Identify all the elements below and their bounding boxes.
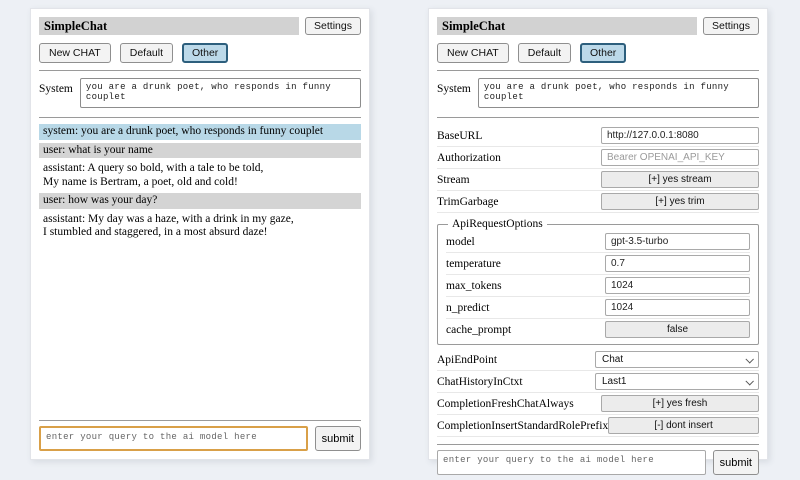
chevron-down-icon	[745, 377, 753, 385]
setting-label-model: model	[446, 236, 475, 248]
setting-label-baseurl: BaseURL	[437, 130, 482, 142]
api-request-options-legend: ApiRequestOptions	[448, 218, 547, 230]
settings-list: BaseURL Authorization Stream [+] yes stream…	[437, 125, 759, 437]
setting-row-cache-prompt: cache_prompt false	[446, 319, 750, 340]
setting-label-chathistoryinctxt: ChatHistoryInCtxt	[437, 376, 523, 388]
setting-row-n-predict: n_predict	[446, 297, 750, 319]
system-prompt-input[interactable]: you are a drunk poet, who responds in fu…	[478, 78, 759, 108]
divider	[39, 70, 361, 71]
divider	[39, 420, 361, 421]
cache-prompt-toggle-button[interactable]: false	[605, 321, 750, 338]
temperature-input[interactable]	[605, 255, 750, 272]
query-row: submit	[39, 426, 361, 451]
completioninsertstandardroleprefix-toggle-button[interactable]: [-] dont insert	[608, 417, 759, 434]
session-other-button[interactable]: Other	[580, 43, 626, 63]
chathistoryinctxt-select[interactable]: Last1	[595, 373, 759, 390]
divider	[437, 70, 759, 71]
query-section: submit	[437, 437, 759, 475]
trimgarbage-toggle-button[interactable]: [+] yes trim	[601, 193, 759, 210]
session-default-button[interactable]: Default	[518, 43, 571, 63]
setting-label-max-tokens: max_tokens	[446, 280, 502, 292]
setting-label-trimgarbage: TrimGarbage	[437, 196, 499, 208]
settings-button[interactable]: Settings	[305, 17, 361, 35]
n-predict-input[interactable]	[605, 299, 750, 316]
app-title: SimpleChat	[437, 17, 697, 35]
apiendpoint-selected-value: Chat	[602, 354, 623, 365]
setting-row-stream: Stream [+] yes stream	[437, 169, 759, 191]
chat-message-system: system: you are a drunk poet, who respon…	[39, 124, 361, 140]
model-input[interactable]	[605, 233, 750, 250]
settings-button[interactable]: Settings	[703, 17, 759, 35]
query-input[interactable]	[437, 450, 706, 475]
setting-label-cache-prompt: cache_prompt	[446, 324, 511, 336]
chat-panel: SimpleChat Settings New CHAT Default Oth…	[30, 8, 370, 460]
setting-label-n-predict: n_predict	[446, 302, 489, 314]
setting-label-stream: Stream	[437, 174, 470, 186]
max-tokens-input[interactable]	[605, 277, 750, 294]
chat-message-assistant: assistant: A query so bold, with a tale …	[39, 161, 361, 190]
setting-row-completioninsertstandardroleprefix: CompletionInsertStandardRolePrefix[-] do…	[437, 415, 759, 437]
system-prompt-row: System you are a drunk poet, who respond…	[437, 78, 759, 108]
query-row: submit	[437, 450, 759, 475]
query-input[interactable]	[39, 426, 308, 451]
divider	[437, 444, 759, 445]
apiendpoint-select[interactable]: Chat	[595, 351, 759, 368]
titlebar: SimpleChat Settings	[39, 17, 361, 35]
chat-message-assistant: assistant: My day was a haze, with a dri…	[39, 212, 361, 241]
chathistoryinctxt-selected-value: Last1	[602, 376, 626, 387]
submit-button[interactable]: submit	[713, 450, 759, 475]
divider	[39, 117, 361, 118]
session-other-button[interactable]: Other	[182, 43, 228, 63]
setting-row-apiendpoint: ApiEndPoint Chat	[437, 349, 759, 371]
setting-row-max-tokens: max_tokens	[446, 275, 750, 297]
divider	[437, 117, 759, 118]
system-prompt-input[interactable]: you are a drunk poet, who responds in fu…	[80, 78, 361, 108]
setting-row-authorization: Authorization	[437, 147, 759, 169]
chat-message-list: system: you are a drunk poet, who respon…	[39, 124, 361, 413]
setting-row-completionfreshchatalways: CompletionFreshChatAlways [+] yes fresh	[437, 393, 759, 415]
setting-label-authorization: Authorization	[437, 152, 501, 164]
setting-row-temperature: temperature	[446, 253, 750, 275]
chat-message-user: user: how was your day?	[39, 193, 361, 209]
system-prompt-label: System	[39, 78, 73, 95]
system-prompt-row: System you are a drunk poet, who respond…	[39, 78, 361, 108]
setting-row-chathistoryinctxt: ChatHistoryInCtxt Last1	[437, 371, 759, 393]
setting-label-apiendpoint: ApiEndPoint	[437, 354, 497, 366]
titlebar: SimpleChat Settings	[437, 17, 759, 35]
session-toolbar: New CHAT Default Other	[39, 43, 361, 63]
chat-message-user: user: what is your name	[39, 143, 361, 159]
query-section: submit	[39, 413, 361, 451]
setting-row-trimgarbage: TrimGarbage [+] yes trim	[437, 191, 759, 213]
app-title: SimpleChat	[39, 17, 299, 35]
setting-row-model: model	[446, 231, 750, 253]
chevron-down-icon	[745, 355, 753, 363]
baseurl-input[interactable]	[601, 127, 759, 144]
settings-panel: SimpleChat Settings New CHAT Default Oth…	[428, 8, 768, 460]
api-request-options-group: ApiRequestOptions model temperature max_tok…	[437, 218, 759, 345]
system-prompt-label: System	[437, 78, 471, 95]
setting-label-temperature: temperature	[446, 258, 501, 270]
stream-toggle-button[interactable]: [+] yes stream	[601, 171, 759, 188]
submit-button[interactable]: submit	[315, 426, 361, 451]
setting-row-baseurl: BaseURL	[437, 125, 759, 147]
session-default-button[interactable]: Default	[120, 43, 173, 63]
setting-label-completionfreshchatalways: CompletionFreshChatAlways	[437, 398, 574, 410]
completionfreshchatalways-toggle-button[interactable]: [+] yes fresh	[601, 395, 759, 412]
setting-label-completioninsertstandardroleprefix: CompletionInsertStandardRolePrefix	[437, 420, 608, 432]
new-chat-button[interactable]: New CHAT	[39, 43, 111, 63]
session-toolbar: New CHAT Default Other	[437, 43, 759, 63]
authorization-input[interactable]	[601, 149, 759, 166]
new-chat-button[interactable]: New CHAT	[437, 43, 509, 63]
